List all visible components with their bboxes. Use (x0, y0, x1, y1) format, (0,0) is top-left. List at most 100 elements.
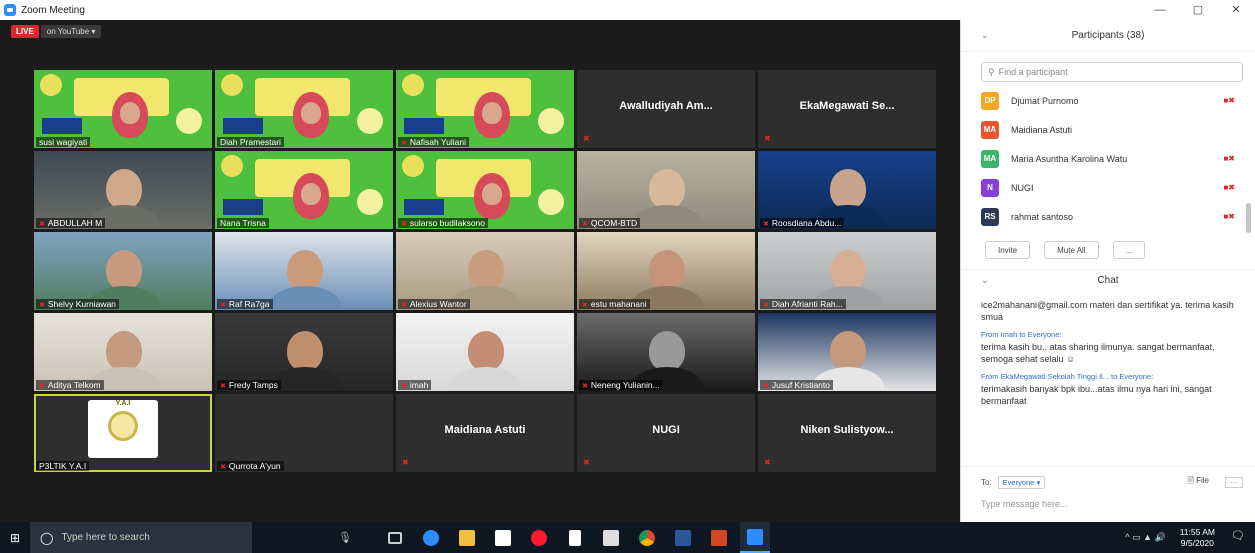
yai-logo: Y.A.I (88, 400, 158, 458)
video-tile[interactable]: Qurrota A'yun (215, 394, 393, 472)
more-button[interactable]: ... (1112, 241, 1146, 259)
participant-name-label: Nana Trisna (217, 218, 269, 228)
window-controls: — ▢ ✕ (1141, 0, 1255, 20)
participant-name-label: Jusuf Kristianto (760, 380, 833, 390)
window-titlebar: Zoom Meeting — ▢ ✕ (0, 0, 1255, 20)
participant-face (106, 331, 142, 371)
chat-message-input[interactable]: Type message here... (981, 499, 1235, 509)
video-tile[interactable]: Diah Pramestari (215, 70, 393, 148)
maximize-button[interactable]: ▢ (1179, 0, 1217, 20)
task-view-icon[interactable] (380, 522, 410, 553)
participant-name: Djumat Purnomo (1011, 95, 1079, 106)
chat-more-button[interactable]: ··· (1225, 476, 1243, 488)
participant-name-label: Diah Afrianti Rah... (760, 299, 846, 309)
window-title: Zoom Meeting (21, 4, 85, 16)
video-tile[interactable]: EkaMegawati Se... ✖ (758, 70, 936, 148)
participant-list: DP Djumat Purnomo ■✖ MA Maidiana Astuti MA Mar… (981, 86, 1235, 231)
participant-row[interactable]: RS rahmat santoso ■✖ (981, 202, 1235, 231)
participant-row[interactable]: MA Maidiana Astuti (981, 115, 1235, 144)
video-tile[interactable]: Aditya Telkom (34, 313, 212, 391)
participant-face (106, 250, 142, 290)
video-tile[interactable]: imah (396, 313, 574, 391)
video-tile[interactable]: Y.A.I P3LTIK Y.A.I (34, 394, 212, 472)
live-badge[interactable]: LIVE (11, 24, 39, 38)
video-tile[interactable]: Awalludiyah Am... ✖ (577, 70, 755, 148)
film-icon[interactable] (596, 522, 626, 553)
live-target-dropdown[interactable]: on YouTube ▾ (40, 24, 102, 38)
video-tile[interactable]: Nafisah Yuliani (396, 70, 574, 148)
mic-off-icon: ✖ (764, 134, 771, 143)
participant-face (649, 250, 685, 290)
participant-name-large: EkaMegawati Se... (799, 100, 895, 112)
sidebar-panel: ⌄ Participants (38) ⚲ Find a participant… (960, 20, 1255, 522)
taskbar-search-input[interactable]: ◯ Type here to search (30, 522, 252, 553)
avatar: RS (981, 207, 999, 226)
video-tile[interactable]: Alexius Wantor (396, 232, 574, 310)
participant-face (482, 102, 502, 124)
participant-row[interactable]: N NUGI ■✖ (981, 173, 1235, 202)
participant-search-input[interactable]: ⚲ Find a participant (981, 62, 1243, 82)
avatar: DP (981, 91, 999, 110)
participant-face (301, 102, 321, 124)
participant-name-label: Aditya Telkom (36, 380, 104, 390)
video-tile[interactable]: Nana Trisna (215, 151, 393, 229)
invite-button[interactable]: Invite (985, 241, 1031, 259)
chat-collapse-chevron-icon[interactable]: ⌄ (981, 275, 989, 286)
video-tile[interactable]: susi wagiyati (34, 70, 212, 148)
file-label: File (1196, 476, 1209, 485)
participant-name-label: Fredy Tamps (217, 380, 281, 390)
powerpoint-icon[interactable] (704, 522, 734, 553)
video-tile[interactable]: Fredy Tamps (215, 313, 393, 391)
search-icon: ⚲ (988, 66, 995, 77)
chrome-icon[interactable] (632, 522, 662, 553)
minimize-button[interactable]: — (1141, 0, 1179, 20)
participant-name-label: P3LTIK Y.A.I (36, 461, 90, 471)
mute-all-button[interactable]: Mute All (1044, 241, 1099, 259)
participant-search-placeholder: Find a participant (998, 67, 1068, 77)
live-stream-bar[interactable]: LIVE on YouTube ▾ (11, 24, 102, 38)
tray-icons[interactable]: ^ ▭ ▲ 🔊 (1125, 532, 1165, 543)
video-tile[interactable]: Shelvy Kurniawan (34, 232, 212, 310)
avatar: MA (981, 149, 999, 168)
video-tile[interactable]: Roosdiana Abdu... (758, 151, 936, 229)
system-tray: ^ ▭ ▲ 🔊 11:55 AM 9/5/2020 (1125, 522, 1215, 553)
participant-scrollbar[interactable] (1246, 203, 1251, 233)
participant-name-large: NUGI (652, 424, 680, 436)
video-tile[interactable]: Diah Afrianti Rah... (758, 232, 936, 310)
chat-recipient-select[interactable]: Everyone ▾ (997, 475, 1046, 489)
mic-off-icon: ✖ (402, 458, 409, 467)
file-button[interactable]: 🗎 File (1187, 475, 1209, 489)
mic-off-icon: ✖ (583, 458, 590, 467)
microphone-icon[interactable]: 🎙 (338, 531, 352, 544)
file-explorer-icon[interactable] (452, 522, 482, 553)
video-tile[interactable]: sularso budilaksono (396, 151, 574, 229)
video-tile[interactable]: ABDULLAH M (34, 151, 212, 229)
video-tile[interactable]: Neneng Yulianin... (577, 313, 755, 391)
video-tile[interactable]: NUGI ✖ (577, 394, 755, 472)
zoom-taskbar-icon[interactable] (740, 522, 770, 553)
video-tile[interactable]: Jusuf Kristianto (758, 313, 936, 391)
chat-messages: ice2mahanani@gmail.com materi dan sertif… (981, 299, 1235, 407)
participant-face (106, 169, 142, 209)
video-tile[interactable]: Raf Ra7ga (215, 232, 393, 310)
video-tile[interactable]: estu mahanani (577, 232, 755, 310)
edge-icon[interactable] (416, 522, 446, 553)
taskbar-clock[interactable]: 11:55 AM 9/5/2020 (1180, 527, 1215, 549)
store-icon[interactable] (488, 522, 518, 553)
video-tile[interactable]: Maidiana Astuti ✖ (396, 394, 574, 472)
word-icon[interactable] (668, 522, 698, 553)
notification-icon[interactable]: 🗨 (1229, 529, 1247, 545)
opera-icon[interactable] (524, 522, 554, 553)
mic-off-icon: ✖ (583, 134, 590, 143)
close-button[interactable]: ✕ (1217, 0, 1255, 20)
video-tile[interactable]: QCOM-BTD (577, 151, 755, 229)
participant-row[interactable]: DP Djumat Purnomo ■✖ (981, 86, 1235, 115)
clock-date: 9/5/2020 (1180, 537, 1214, 548)
participant-row[interactable]: MA Maria Asuntha Karolina Watu ■✖ (981, 144, 1235, 173)
participant-face (649, 331, 685, 371)
document-icon[interactable] (560, 522, 590, 553)
collapse-chevron-icon[interactable]: ⌄ (981, 30, 989, 41)
video-tile[interactable]: Niken Sulistyow... ✖ (758, 394, 936, 472)
video-off-icon: ■✖ (1223, 212, 1235, 221)
windows-start-icon[interactable]: ⊞ (0, 522, 30, 553)
